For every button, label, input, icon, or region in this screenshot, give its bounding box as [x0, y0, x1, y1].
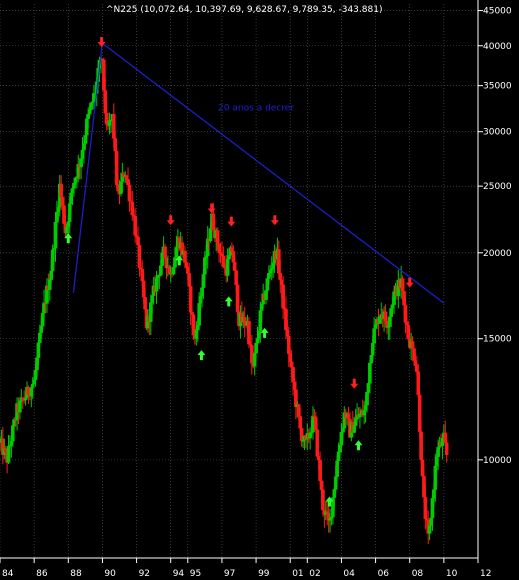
candle-body [208, 228, 213, 242]
candle-body [321, 489, 325, 511]
candle-body [314, 416, 318, 430]
candle-body [247, 321, 251, 345]
candle-body [30, 384, 35, 388]
candle-body [368, 362, 372, 384]
annotations: 20 anos a decrer [218, 104, 294, 114]
stock-chart: 10000 15000 20000 25000 30000 35000 40000 45000… [0, 0, 519, 580]
y-tick-label: 35000 [483, 82, 512, 92]
candle-body [11, 425, 15, 442]
y-tick-label: 25000 [483, 182, 512, 192]
y-tick-label: 15000 [483, 335, 512, 345]
plot-background [0, 0, 519, 580]
candle-body [173, 257, 177, 268]
candle-body [315, 429, 320, 457]
x-tick-label: 02 [309, 569, 320, 579]
candle-body [163, 246, 167, 259]
x-tick-label: 92 [139, 569, 150, 579]
candle-body [113, 138, 118, 152]
candle-body [36, 342, 41, 358]
x-tick-label: 04 [343, 569, 355, 579]
x-tick-label: 10 [446, 569, 458, 579]
candle-body [143, 297, 147, 310]
candle-body [59, 183, 63, 198]
y-tick-label: 30000 [483, 128, 512, 138]
annotation-text: 20 anos a decrer [218, 104, 294, 114]
chart-title: ^N225 (10,072.64, 10,397.69, 9,628.67, 9… [106, 5, 382, 15]
x-tick-label: 08 [412, 569, 424, 579]
x-tick-label: 86 [36, 569, 48, 579]
x-tick-label: 97 [224, 569, 235, 579]
x-tick-label: 99 [258, 569, 270, 579]
candle-body [183, 250, 187, 263]
x-tick-label: 94 [173, 569, 185, 579]
candle-body [232, 261, 237, 271]
x-tick-label: 90 [104, 569, 116, 579]
y-tick-label: 10000 [483, 456, 512, 466]
y-tick-label: 45000 [483, 7, 512, 17]
candle-body [365, 392, 369, 406]
candle-body [335, 460, 339, 477]
candle-body [225, 259, 230, 276]
candle-body [444, 442, 449, 455]
x-tick-label: 01 [292, 569, 303, 579]
candle-body [235, 284, 240, 313]
candle-body [227, 255, 231, 260]
y-tick-label: 40000 [483, 42, 512, 52]
candle-body [278, 272, 283, 281]
x-tick-label: 88 [70, 569, 82, 579]
x-tick-label: 95 [190, 569, 201, 579]
candle-body [18, 400, 22, 413]
candle-body [372, 328, 376, 344]
y-tick-label: 20000 [483, 249, 512, 259]
x-tick-label: 12 [480, 569, 491, 579]
candle-body [23, 397, 28, 401]
candle-body [427, 525, 432, 534]
candle-body [419, 431, 423, 460]
x-tick-label: 84 [2, 569, 14, 579]
x-tick-label: 06 [378, 569, 390, 579]
